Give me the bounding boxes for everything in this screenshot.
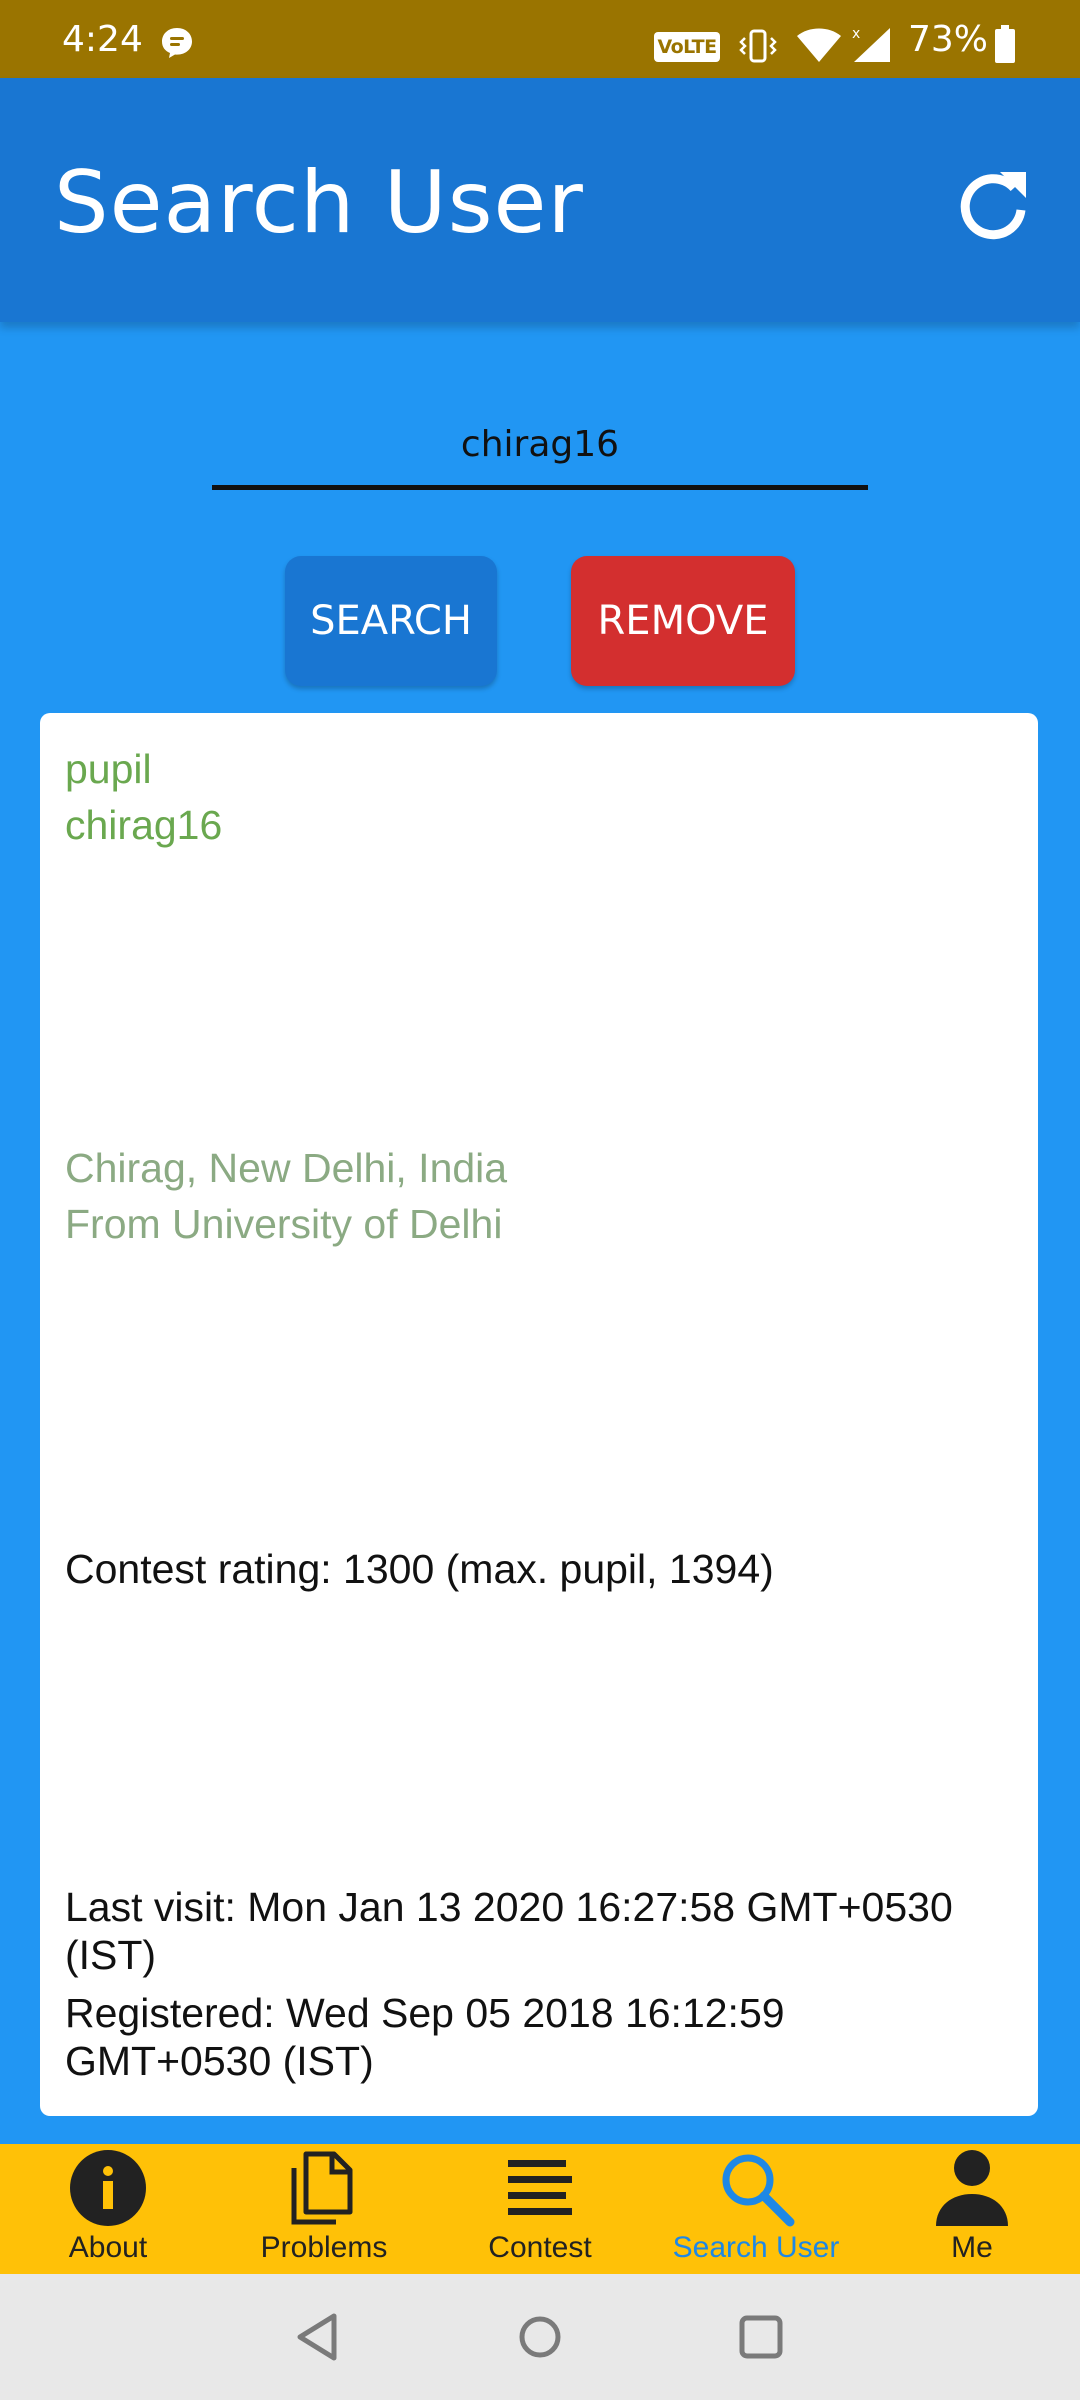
battery-percent: 73% bbox=[908, 19, 989, 60]
user-name-location: Chirag, New Delhi, India bbox=[65, 1145, 508, 1191]
nav-label-search-user: Search User bbox=[672, 2231, 840, 2264]
search-icon bbox=[722, 2154, 795, 2227]
message-icon bbox=[162, 28, 192, 58]
person-icon bbox=[936, 2150, 1008, 2226]
status-time: 4:24 bbox=[62, 19, 143, 60]
system-navigation-bar bbox=[0, 2274, 1080, 2400]
remove-button[interactable]: REMOVE bbox=[571, 556, 795, 686]
nav-item-search-user[interactable]: Search User bbox=[648, 2144, 864, 2274]
page-title: Search User bbox=[54, 153, 584, 253]
user-organization: From University of Delhi bbox=[65, 1201, 503, 1247]
signal-icon: x bbox=[852, 26, 890, 62]
info-icon bbox=[70, 2150, 146, 2226]
nav-item-me[interactable]: Me bbox=[864, 2144, 1080, 2274]
profile-card: pupil chirag16 Chirag, New Delhi, India … bbox=[40, 713, 1038, 2116]
document-icon bbox=[291, 2151, 353, 2225]
last-visit: Last visit: Mon Jan 13 2020 16:27:58 GMT… bbox=[65, 1884, 953, 1978]
user-rank: pupil bbox=[65, 746, 152, 792]
home-icon[interactable] bbox=[507, 2304, 573, 2370]
volte-badge: VoLTE bbox=[654, 32, 720, 62]
status-bar: 4:24 VoLTE x 73% bbox=[0, 0, 1080, 78]
nav-item-about[interactable]: About bbox=[0, 2144, 216, 2274]
search-button[interactable]: SEARCH bbox=[285, 556, 497, 686]
nav-item-problems[interactable]: Problems bbox=[216, 2144, 432, 2274]
search-input[interactable] bbox=[212, 404, 868, 490]
nav-label-me: Me bbox=[951, 2231, 993, 2264]
svg-text:x: x bbox=[852, 26, 860, 42]
wifi-icon bbox=[797, 28, 841, 62]
back-icon[interactable] bbox=[286, 2304, 352, 2370]
user-handle: chirag16 bbox=[65, 802, 223, 848]
bottom-navigation: About Problems Contest Search User Me bbox=[0, 2144, 1080, 2274]
contest-rating: Contest rating: 1300 (max. pupil, 1394) bbox=[65, 1546, 774, 1592]
vibrate-icon bbox=[739, 29, 777, 63]
nav-label-problems: Problems bbox=[260, 2231, 388, 2264]
nav-label-contest: Contest bbox=[488, 2231, 592, 2264]
battery-icon bbox=[995, 25, 1015, 63]
nav-label-about: About bbox=[68, 2231, 148, 2264]
recents-icon[interactable] bbox=[728, 2304, 794, 2370]
refresh-icon[interactable] bbox=[950, 162, 1036, 248]
app-bar: Search User bbox=[0, 78, 1080, 322]
list-icon bbox=[508, 2160, 572, 2215]
registered-date: Registered: Wed Sep 05 2018 16:12:59 GMT… bbox=[65, 1990, 785, 2084]
nav-item-contest[interactable]: Contest bbox=[432, 2144, 648, 2274]
